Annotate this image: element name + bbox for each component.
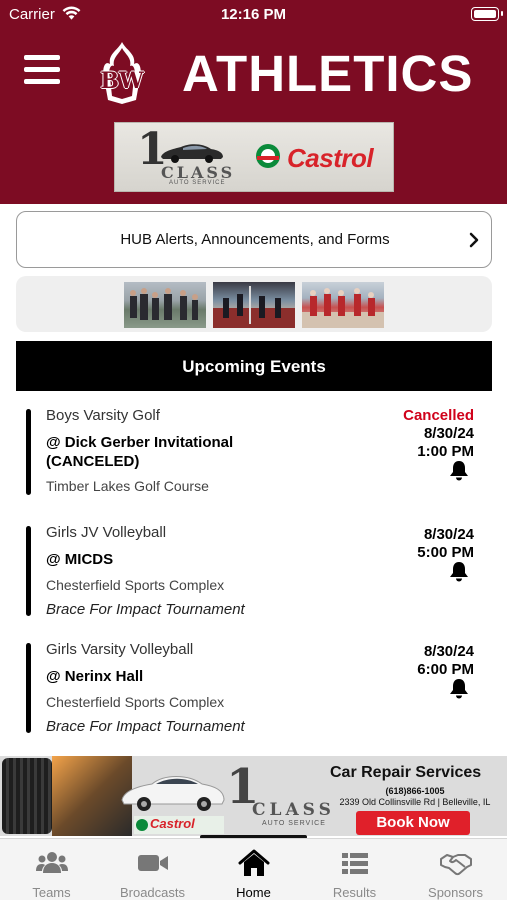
tab-label: Broadcasts xyxy=(119,885,186,900)
menu-icon[interactable] xyxy=(24,55,60,85)
status-bar: Carrier 12:16 PM xyxy=(0,0,507,28)
tab-teams[interactable]: Teams xyxy=(1,839,102,900)
event-time: 6:00 PM xyxy=(417,661,474,678)
event-opponent: @ Nerinx Hall xyxy=(46,668,144,685)
tire-image xyxy=(2,758,52,834)
ad-phone: (618)866-1005 xyxy=(385,786,445,796)
ad-address: 2339 Old Collinsville Rd | Belleville, I… xyxy=(339,797,491,807)
event-date: 8/30/24 xyxy=(423,643,474,660)
bell-icon[interactable] xyxy=(448,459,470,481)
gallery-photo[interactable] xyxy=(124,282,206,328)
event-opponent: @ MICDS xyxy=(46,551,114,568)
bell-icon[interactable] xyxy=(448,677,470,699)
event-location: Timber Lakes Golf Course xyxy=(46,478,209,494)
event-sport: Boys Varsity Golf xyxy=(46,407,160,424)
car-icon xyxy=(161,144,223,163)
event-accent-bar xyxy=(26,526,31,616)
tab-bar: Teams Broadcasts Home Results Sponsors xyxy=(0,838,507,900)
tab-label: Sponsors xyxy=(428,885,483,900)
ad-headline: Car Repair Services xyxy=(330,764,482,781)
bell-icon[interactable] xyxy=(448,560,470,582)
hub-alerts-button[interactable]: HUB Alerts, Announcements, and Forms xyxy=(16,211,492,268)
castrol-logo-icon xyxy=(256,144,280,168)
event-accent-bar xyxy=(26,643,31,733)
tab-label: Results xyxy=(332,885,377,900)
hub-alerts-label: HUB Alerts, Announcements, and Forms xyxy=(120,231,390,248)
upcoming-events-header: Upcoming Events xyxy=(16,341,492,391)
book-now-button[interactable]: Book Now xyxy=(356,811,470,835)
tab-broadcasts[interactable]: Broadcasts xyxy=(102,839,203,900)
event-opponent: @ Dick Gerber Invitational (CANCELED) xyxy=(46,434,234,470)
school-logo: BW xyxy=(96,40,148,106)
event-time: 1:00 PM xyxy=(417,443,474,460)
video-camera-icon xyxy=(138,855,168,871)
event-sport: Girls Varsity Volleyball xyxy=(46,641,194,658)
castrol-wordmark: Castrol xyxy=(287,143,374,173)
clock: 12:16 PM xyxy=(220,6,287,23)
castrol-wordmark: Castrol xyxy=(150,816,195,831)
event-note: Brace For Impact Tournament xyxy=(46,601,245,618)
tab-home[interactable]: Home xyxy=(203,839,304,900)
tab-label: Home xyxy=(236,885,271,900)
handshake-icon xyxy=(440,854,472,876)
tab-label: Teams xyxy=(32,885,71,900)
ad-brand-name: CLASS xyxy=(252,800,335,820)
gallery-photo[interactable] xyxy=(302,282,384,328)
event-item[interactable]: Girls JV Volleyball @ MICDS Chesterfield… xyxy=(16,524,492,620)
tab-results[interactable]: Results xyxy=(304,839,405,900)
sponsor-banner[interactable]: 1 CLASS AUTO SERVICE Castrol xyxy=(114,122,394,192)
event-time: 5:00 PM xyxy=(417,544,474,561)
event-location: Chesterfield Sports Complex xyxy=(46,577,225,593)
photo-gallery xyxy=(16,276,492,332)
upcoming-events-title: Upcoming Events xyxy=(182,357,326,376)
ad-brand-tagline: AUTO SERVICE xyxy=(262,820,326,827)
chevron-right-icon xyxy=(469,232,479,248)
sponsor-ad-banner[interactable]: Castrol 1 CLASS AUTO SERVICE Car Repair … xyxy=(0,756,507,836)
car-icon xyxy=(121,776,225,811)
event-accent-bar xyxy=(26,409,31,495)
page-title: ATHLETICS xyxy=(182,45,474,102)
tab-sponsors[interactable]: Sponsors xyxy=(405,839,506,900)
event-item[interactable]: Boys Varsity Golf @ Dick Gerber Invitati… xyxy=(16,407,492,503)
event-location: Chesterfield Sports Complex xyxy=(46,694,225,710)
app-header: Carrier 12:16 PM BW ATHLETICS 1 CLASS AU… xyxy=(0,0,507,204)
home-icon xyxy=(238,849,270,876)
castrol-mark-icon xyxy=(136,819,148,831)
logo-text: BW xyxy=(100,68,144,94)
people-photo-icon xyxy=(130,288,198,320)
volleyball-photo-icon xyxy=(213,286,295,328)
team-photo-icon xyxy=(302,288,384,328)
sponsor-brand-tagline: AUTO SERVICE xyxy=(169,180,226,186)
event-note: Brace For Impact Tournament xyxy=(46,718,245,735)
event-sport: Girls JV Volleyball xyxy=(46,524,167,541)
event-date: 8/30/24 xyxy=(423,526,474,543)
list-icon xyxy=(342,853,368,874)
gallery-photo[interactable] xyxy=(213,282,295,328)
battery-icon xyxy=(471,7,503,21)
people-icon xyxy=(36,852,68,873)
event-date: 8/30/24 xyxy=(423,425,474,442)
event-status-badge: Cancelled xyxy=(403,407,474,424)
castrol-logo: Castrol xyxy=(134,816,224,834)
event-item[interactable]: Girls Varsity Volleyball @ Nerinx Hall C… xyxy=(16,641,492,737)
